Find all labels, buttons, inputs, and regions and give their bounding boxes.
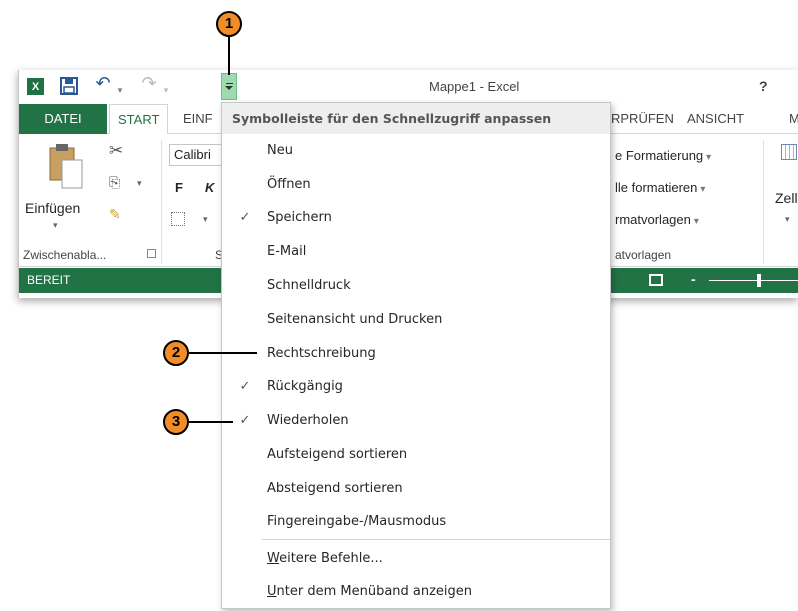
callout-3-leader [189, 421, 233, 423]
copy-icon[interactable]: ⎘ [109, 174, 120, 191]
menu-item-oeffnen[interactable]: Öffnen [222, 168, 610, 201]
menu-item-wiederholen[interactable]: ✓ Wiederholen [222, 404, 610, 437]
menu-item-neu[interactable]: Neu [222, 134, 610, 167]
paste-icon[interactable] [47, 142, 85, 192]
menu-item-touch-mode[interactable]: Fingereingabe-/Mausmodus [222, 505, 610, 538]
paste-label[interactable]: Einfügen [25, 200, 80, 216]
callout-2-leader [189, 352, 257, 354]
menu-item-label: E-Mail [267, 244, 307, 259]
group-divider [763, 140, 764, 264]
menu-item-label: Schnelldruck [267, 278, 351, 293]
menu-header: Symbolleiste für den Schnellzugriff anpa… [222, 103, 610, 134]
status-text: BEREIT [27, 273, 71, 287]
bold-button[interactable]: F [175, 180, 183, 195]
cut-icon[interactable]: ✂ [109, 141, 123, 161]
chevron-down-icon: ▾ [700, 184, 706, 195]
menu-item-absteigend[interactable]: Absteigend sortieren [222, 472, 610, 505]
excel-logo-icon: X [27, 78, 44, 95]
checkmark-icon: ✓ [239, 413, 251, 428]
menu-item-label: eitere Befehle... [279, 551, 383, 566]
normal-view-icon[interactable] [649, 274, 663, 286]
menu-item-label: Aufsteigend sortieren [267, 447, 408, 462]
menu-item-label: Rückgängig [267, 379, 343, 394]
tab-insert[interactable]: EINF [175, 104, 221, 134]
clipboard-group-label: Zwischenabla... [23, 248, 107, 262]
menu-item-label: Speichern [267, 210, 332, 225]
conditional-formatting-label: e Formatierung [615, 148, 704, 163]
checkmark-icon: ✓ [239, 379, 251, 394]
zoom-out-icon[interactable]: - [691, 271, 696, 287]
callout-1-leader [228, 37, 230, 75]
checkmark-icon: ✓ [239, 210, 251, 225]
window-title: Mappe1 - Excel [429, 79, 520, 94]
cell-styles-button[interactable]: rmatvorlagen ▾ [615, 212, 699, 227]
redo-dropdown-icon[interactable]: ▾ [161, 80, 171, 100]
menu-item-label: nter dem Menüband anzeigen [276, 584, 473, 599]
menu-item-label: Wiederholen [267, 413, 349, 428]
cell-styles-label: rmatvorlagen [615, 212, 691, 227]
callout-3: 3 [163, 409, 189, 435]
chevron-down-icon: ▾ [706, 152, 712, 163]
tab-file[interactable]: DATEI [19, 104, 107, 134]
chevron-down-icon: ▾ [693, 216, 699, 227]
styles-group-label: atvorlagen [615, 248, 672, 262]
help-button[interactable]: ? [759, 78, 768, 94]
menu-item-label: Rechtschreibung [267, 346, 376, 361]
menu-item-more-commands[interactable]: Weitere Befehle... [222, 542, 610, 575]
menu-item-label: Fingereingabe-/Mausmodus [267, 514, 447, 529]
tab-start[interactable]: START [109, 104, 169, 135]
border-dropdown-icon[interactable]: ▾ [203, 214, 208, 225]
menu-item-show-below-ribbon[interactable]: Unter dem Menüband anzeigen [222, 575, 610, 608]
menu-item-schnelldruck[interactable]: Schnelldruck [222, 269, 610, 302]
clipboard-dialog-launcher-icon[interactable] [147, 249, 156, 258]
menu-item-email[interactable]: E-Mail [222, 235, 610, 268]
menu-item-rueckgaengig[interactable]: ✓ Rückgängig [222, 370, 610, 403]
customize-quick-access-icon[interactable] [221, 73, 237, 100]
tab-review[interactable]: RPRÜFEN [603, 104, 682, 134]
menu-item-speichern[interactable]: ✓ Speichern [222, 201, 610, 234]
menu-item-rechtschreibung[interactable]: Rechtschreibung [222, 337, 610, 370]
tab-view[interactable]: ANSICHT [679, 104, 752, 134]
zoom-slider-track[interactable] [709, 280, 798, 281]
group-divider [161, 140, 162, 264]
format-painter-icon[interactable]: ✎ [109, 206, 121, 223]
callout-2: 2 [163, 340, 189, 366]
menu-item-seitenansicht[interactable]: Seitenansicht und Drucken [222, 303, 610, 336]
conditional-formatting-button[interactable]: e Formatierung ▾ [615, 148, 711, 163]
menu-item-aufsteigend[interactable]: Aufsteigend sortieren [222, 438, 610, 471]
italic-button[interactable]: K [205, 180, 214, 195]
accelerator-key: U [267, 584, 277, 599]
title-bar: X ↶ ▾ ↷ ▾ Mappe1 - Excel ? [19, 70, 798, 104]
format-as-table-button[interactable]: lle formatieren ▾ [615, 180, 705, 195]
undo-icon[interactable]: ↶ [93, 73, 113, 93]
paste-dropdown-icon[interactable]: ▾ [53, 220, 58, 231]
callout-1: 1 [216, 11, 242, 37]
zoom-slider-thumb[interactable] [757, 274, 761, 287]
menu-item-label: Öffnen [267, 177, 311, 192]
undo-dropdown-icon[interactable]: ▾ [115, 80, 125, 100]
copy-dropdown-icon[interactable]: ▾ [137, 178, 142, 189]
menu-item-label: Seitenansicht und Drucken [267, 312, 443, 327]
tab-more[interactable]: M [781, 104, 798, 134]
menu-item-label: Absteigend sortieren [267, 481, 403, 496]
cells-dropdown-icon[interactable]: ▾ [785, 214, 790, 225]
cells-icon[interactable] [781, 144, 797, 160]
border-icon[interactable] [171, 212, 185, 226]
customize-quick-access-menu: Symbolleiste für den Schnellzugriff anpa… [221, 102, 611, 609]
font-name-box[interactable]: Calibri [169, 144, 229, 166]
format-as-table-label: lle formatieren [615, 180, 698, 195]
cells-label[interactable]: Zelle [775, 190, 798, 206]
accelerator-key: W [267, 551, 280, 566]
menu-item-label: Neu [267, 143, 293, 158]
save-icon[interactable] [59, 76, 79, 96]
redo-icon[interactable]: ↷ [139, 73, 159, 93]
menu-separator [262, 539, 610, 540]
